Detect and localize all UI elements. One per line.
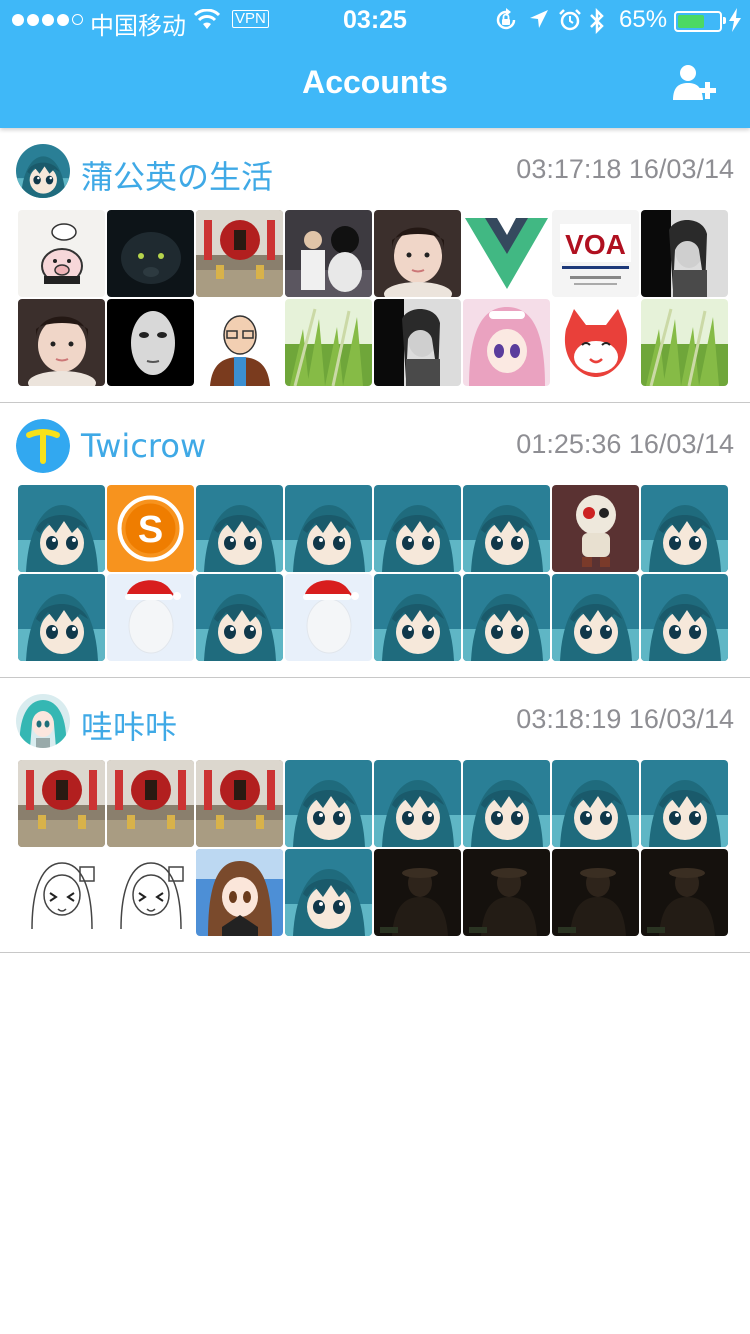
account-avatar[interactable] [16, 694, 70, 748]
user-avatar-tile[interactable] [641, 299, 728, 386]
user-avatar-tile[interactable] [463, 574, 550, 661]
account-header[interactable]: 哇咔咔 03:18:19 16/03/14 [16, 694, 734, 748]
user-avatar-tile[interactable] [196, 849, 283, 936]
account-section[interactable]: 蒲公英の生活 03:17:18 16/03/14 VOA [0, 128, 750, 403]
user-avatar-tile[interactable] [285, 760, 372, 847]
user-avatar-tile[interactable] [552, 574, 639, 661]
user-avatar-tile[interactable] [285, 485, 372, 572]
user-avatar-tile[interactable] [374, 574, 461, 661]
user-avatar-tile[interactable] [641, 760, 728, 847]
user-avatar-tile[interactable] [374, 760, 461, 847]
account-name[interactable]: Twicrow [81, 427, 206, 465]
user-avatar-tile[interactable] [463, 849, 550, 936]
account-avatar[interactable] [16, 419, 70, 473]
user-avatar-tile[interactable] [641, 210, 728, 297]
svg-text:VOA: VOA [565, 229, 626, 260]
user-avatar-tile[interactable]: S [107, 485, 194, 572]
user-avatar-tile[interactable] [196, 574, 283, 661]
user-avatar-tile[interactable] [463, 760, 550, 847]
user-avatar-tile[interactable] [18, 299, 105, 386]
user-avatar-tile[interactable] [285, 849, 372, 936]
user-avatar-tile[interactable] [552, 299, 639, 386]
account-avatar[interactable] [16, 144, 70, 198]
account-header[interactable]: Twicrow 01:25:36 16/03/14 [16, 419, 734, 473]
user-avatar-tile[interactable] [463, 210, 550, 297]
user-avatar-tile[interactable] [285, 299, 372, 386]
user-avatar-tile[interactable] [196, 760, 283, 847]
user-avatar-tile[interactable]: VOA [552, 210, 639, 297]
user-avatar-tile[interactable] [641, 485, 728, 572]
avatar-grid: VOA [18, 210, 734, 386]
user-avatar-tile[interactable] [18, 574, 105, 661]
avatar-grid [18, 760, 734, 936]
user-avatar-tile[interactable] [374, 210, 461, 297]
alarm-icon [559, 9, 581, 31]
user-avatar-tile[interactable] [641, 574, 728, 661]
user-avatar-tile[interactable] [641, 849, 728, 936]
charging-icon [729, 8, 741, 32]
user-avatar-tile[interactable] [374, 299, 461, 386]
location-icon [530, 10, 548, 28]
user-avatar-tile[interactable] [18, 849, 105, 936]
svg-text:S: S [138, 509, 163, 551]
add-user-icon[interactable] [672, 64, 720, 102]
bluetooth-icon [590, 8, 604, 34]
account-timestamp: 03:18:19 16/03/14 [516, 704, 734, 734]
user-avatar-tile[interactable] [196, 485, 283, 572]
battery-percent: 65% [619, 6, 668, 33]
user-avatar-tile[interactable] [107, 760, 194, 847]
status-bar: 中国移动 VPN 03:25 65% [0, 0, 750, 40]
user-avatar-tile[interactable] [107, 299, 194, 386]
user-avatar-tile[interactable] [552, 760, 639, 847]
page-title: Accounts [302, 64, 448, 100]
account-timestamp: 03:17:18 16/03/14 [516, 154, 734, 184]
user-avatar-tile[interactable] [463, 299, 550, 386]
user-avatar-tile[interactable] [107, 574, 194, 661]
user-avatar-tile[interactable] [107, 210, 194, 297]
user-avatar-tile[interactable] [374, 485, 461, 572]
app-header: 中国移动 VPN 03:25 65% Accounts [0, 0, 750, 128]
user-avatar-tile[interactable] [374, 849, 461, 936]
user-avatar-tile[interactable] [552, 485, 639, 572]
account-timestamp: 01:25:36 16/03/14 [516, 429, 734, 459]
user-avatar-tile[interactable] [18, 210, 105, 297]
account-section[interactable]: Twicrow 01:25:36 16/03/14 S [0, 403, 750, 678]
user-avatar-tile[interactable] [196, 299, 283, 386]
user-avatar-tile[interactable] [285, 210, 372, 297]
user-avatar-tile[interactable] [463, 485, 550, 572]
user-avatar-tile[interactable] [18, 760, 105, 847]
accounts-list: 蒲公英の生活 03:17:18 16/03/14 VOA Twicrow 01:25:3… [0, 128, 750, 953]
user-avatar-tile[interactable] [107, 849, 194, 936]
user-avatar-tile[interactable] [18, 485, 105, 572]
account-header[interactable]: 蒲公英の生活 03:17:18 16/03/14 [16, 144, 734, 198]
account-section[interactable]: 哇咔咔 03:18:19 16/03/14 [0, 678, 750, 953]
avatar-grid: S [18, 485, 734, 661]
user-avatar-tile[interactable] [552, 849, 639, 936]
account-name[interactable]: 哇咔咔 [81, 702, 177, 748]
orientation-lock-icon [496, 8, 516, 30]
user-avatar-tile[interactable] [196, 210, 283, 297]
battery-icon [674, 11, 726, 32]
account-name[interactable]: 蒲公英の生活 [81, 152, 273, 198]
user-avatar-tile[interactable] [285, 574, 372, 661]
